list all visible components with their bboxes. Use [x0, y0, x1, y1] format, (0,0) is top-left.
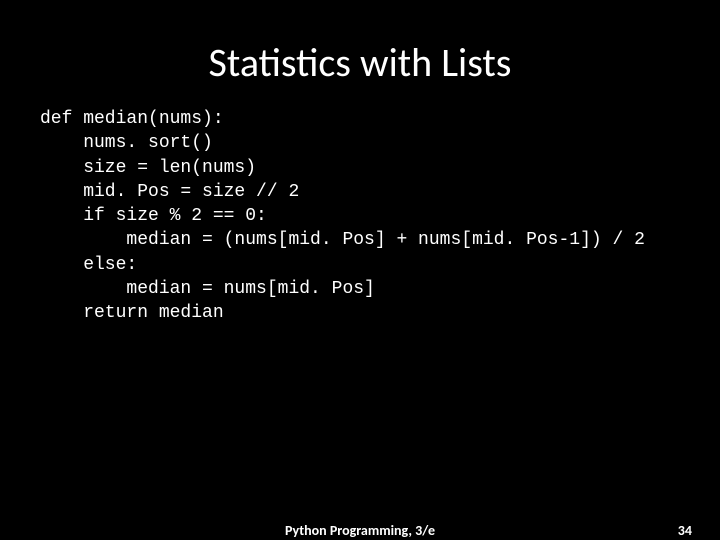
slide: Statistics with Lists def median(nums): … [0, 0, 720, 540]
footer-page-number: 34 [678, 522, 692, 539]
slide-title: Statistics with Lists [0, 0, 720, 97]
code-block: def median(nums): nums. sort() size = le… [0, 97, 720, 326]
footer-book-title: Python Programming, 3/e [0, 522, 720, 539]
